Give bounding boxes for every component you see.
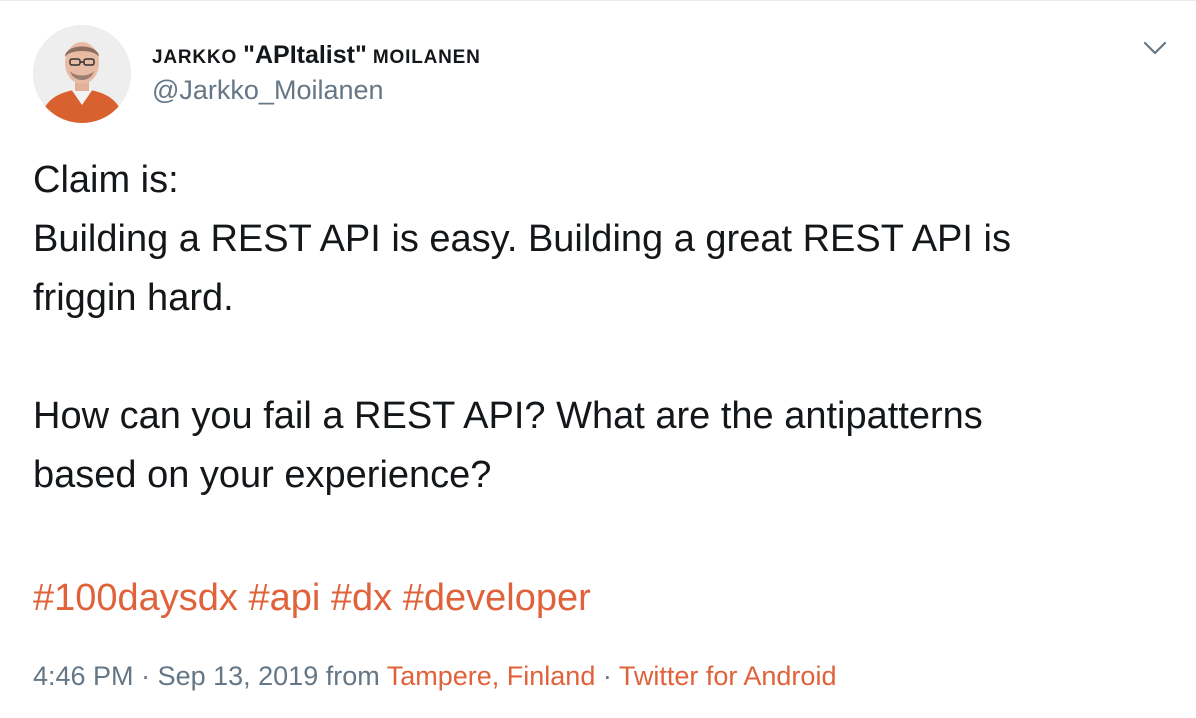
tweet-card: JARKKO "APItalist" MOILANEN @Jarkko_Moil… [0,0,1196,718]
author-name-first: JARKKO [152,47,244,68]
tweet-line: Building a REST API is easy. Building a … [33,218,1011,260]
author-name-nickname: "APItalist" [243,41,367,69]
separator: · [133,661,158,691]
avatar[interactable] [33,25,131,123]
separator: · [595,661,619,691]
tweet-text: Claim is: Building a REST API is easy. B… [33,151,1173,505]
tweet-line: How can you fail a REST API? What are th… [33,395,983,437]
from-label: from [318,661,387,691]
author-name-last: MOILANEN [366,47,481,68]
hashtag-list: #100daysdx #api #dx #developer [33,573,591,623]
tweet-date: Sep 13, 2019 [157,661,319,691]
hashtag-link[interactable]: #developer [403,577,591,619]
tweet-menu-button[interactable] [1142,37,1168,59]
author-name[interactable]: JARKKO "APItalist" MOILANEN [152,41,481,70]
avatar-image [33,25,131,123]
tweet-line: based on your experience? [33,454,492,496]
source-link[interactable]: Twitter for Android [619,661,837,691]
tweet-metadata: 4:46 PM · Sep 13, 2019 from Tampere, Fin… [33,658,836,694]
author-handle[interactable]: @Jarkko_Moilanen [152,75,384,106]
hashtag-link[interactable]: #api [249,577,321,619]
tweet-time: 4:46 PM [33,661,134,691]
tweet-line: Claim is: [33,159,179,201]
paragraph-break [33,328,1173,387]
tweet-time-link[interactable]: 4:46 PM · Sep 13, 2019 [33,661,318,691]
tweet-line: friggin hard. [33,277,234,319]
hashtag-link[interactable]: #dx [331,577,392,619]
chevron-down-icon [1143,41,1167,55]
location-link[interactable]: Tampere, Finland [387,661,596,691]
hashtag-link[interactable]: #100daysdx [33,577,238,619]
